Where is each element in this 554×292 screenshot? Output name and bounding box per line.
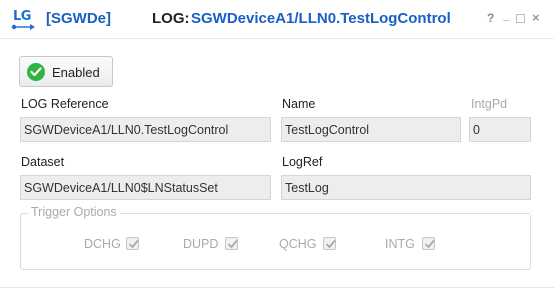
trigger-options-title: Trigger Options [28,205,120,219]
trigger-intg-label: INTG [385,237,415,251]
intgpd-field[interactable]: 0 [469,117,531,142]
title-object-path: SGWDeviceA1/LLN0.TestLogControl [191,10,451,27]
enabled-button-label: Enabled [52,65,100,80]
name-label: Name [282,97,316,111]
log-reference-label: LOG Reference [21,97,109,111]
logref-field[interactable]: TestLog [281,175,531,200]
trigger-intg-checkbox[interactable] [422,237,435,250]
dataset-field[interactable]: SGWDeviceA1/LLN0$LNStatusSet [20,175,271,200]
title-prefix: LOG: [152,10,190,27]
intgpd-label: IntgPd [471,97,508,111]
check-circle-icon [27,63,45,81]
trigger-dupd-checkbox[interactable] [225,237,238,250]
title-divider [0,38,554,39]
title-ied-name: [SGWDe] [46,10,111,27]
trigger-qchg-label: QCHG [279,237,317,251]
log-reference-field[interactable]: SGWDeviceA1/LLN0.TestLogControl [20,117,271,142]
enabled-toggle-button[interactable]: Enabled [19,56,113,87]
help-button[interactable]: ? [487,11,494,25]
close-button[interactable]: × [532,10,540,25]
title-bar: LG [SGWDe] LOG: SGWDeviceA1/LLN0.TestLog… [0,0,554,38]
dataset-label: Dataset [21,155,65,169]
trigger-dchg-checkbox[interactable] [126,237,139,250]
trigger-dupd-label: DUPD [183,237,219,251]
trigger-dchg-label: DCHG [84,237,121,251]
trigger-qchg-checkbox[interactable] [323,237,336,250]
minimize-button[interactable]: _ [503,8,510,22]
app-logo: LG [11,9,38,31]
name-field[interactable]: TestLogControl [281,117,461,142]
maximize-button[interactable] [516,14,525,23]
bottom-divider [0,287,554,288]
logref-label: LogRef [282,155,323,169]
logo-arrow-icon [11,24,35,30]
logo-text: LG [13,9,31,24]
